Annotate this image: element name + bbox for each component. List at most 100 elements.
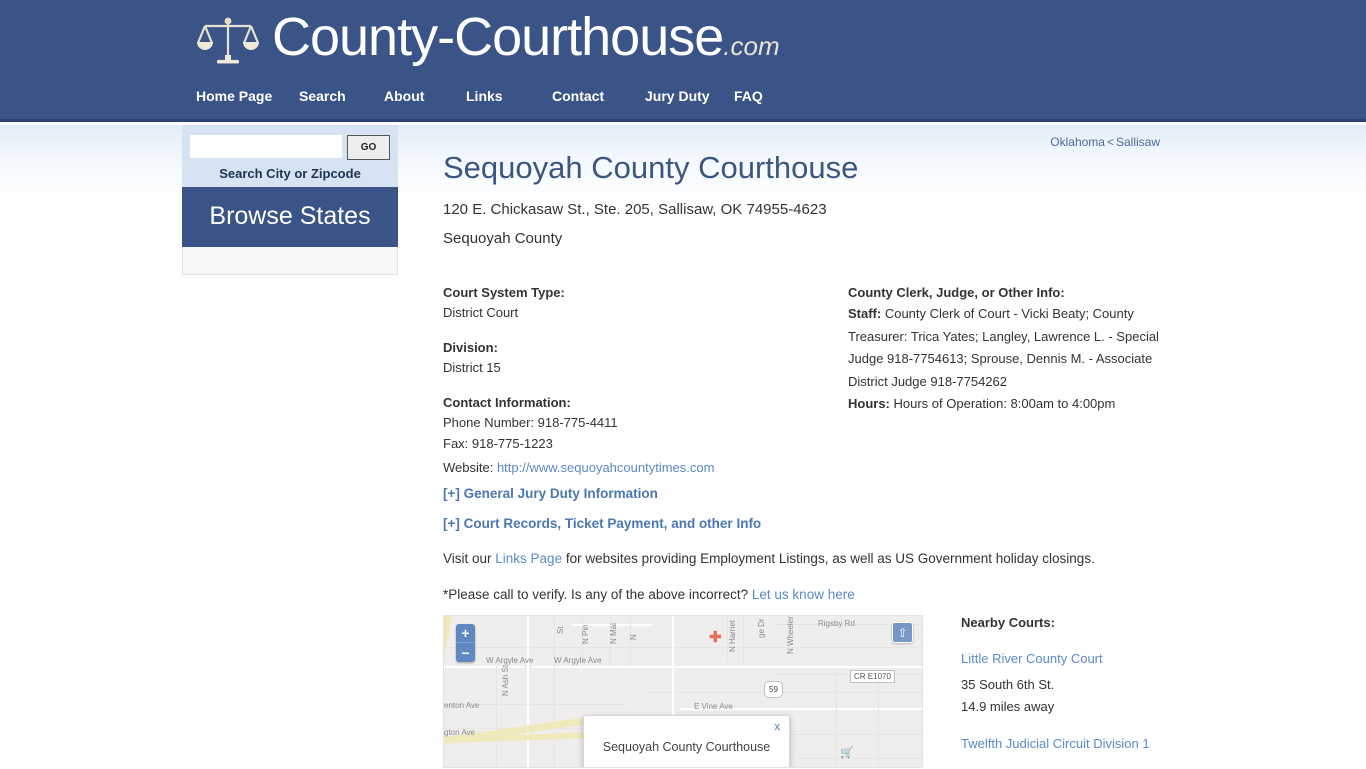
verify-paragraph-prefix: *Please call to verify. Is any of the ab… (443, 587, 752, 602)
map-info-window-title: Sequoyah County Courthouse (602, 740, 771, 754)
contact-information-label: Contact Information: (443, 395, 571, 410)
details-left-column: Court System Type: District Court Divisi… (443, 285, 833, 498)
field-contact-information: Contact Information: Phone Number: 918-7… (443, 395, 833, 480)
map-label: St (556, 626, 565, 634)
map-info-window-close-icon[interactable]: x (775, 721, 781, 733)
scales-of-justice-icon (196, 11, 260, 73)
division-value: District 15 (443, 360, 501, 375)
links-paragraph-prefix: Visit our (443, 551, 496, 566)
map-road (836, 671, 837, 767)
map-label: enton Ave (444, 701, 480, 710)
map-label: N Mai (609, 623, 618, 644)
courthouse-county: Sequoyah County (443, 230, 563, 247)
field-court-system-type: Court System Type: District Court (443, 285, 833, 322)
nav-item-home-page[interactable]: Home Page (196, 88, 299, 104)
map-road (532, 666, 922, 668)
let-us-know-here-link[interactable]: Let us know here (752, 587, 855, 602)
site-header: County-Courthouse.com Home Page Search A… (0, 0, 1366, 122)
nav-item-jury-duty[interactable]: Jury Duty (645, 88, 734, 104)
nearby-court-item: Twelfth Judicial Circuit Division 1 (961, 736, 1321, 751)
sidebar-footer-panel (182, 247, 398, 275)
links-page-link[interactable]: Links Page (495, 551, 562, 566)
location-map[interactable]: W Argyle Ave W Argyle Ave N Pin N Mai N … (443, 615, 923, 768)
court-system-type-label: Court System Type: (443, 285, 565, 300)
contact-website-row: Website: http://www.sequoyahcountytimes.… (443, 456, 833, 480)
map-road (878, 671, 879, 767)
search-caption: Search City or Zipcode (219, 166, 361, 181)
nav-item-search[interactable]: Search (299, 88, 384, 104)
map-road (554, 616, 555, 767)
map-label: E Vine Ave (694, 702, 733, 711)
sidebar: GO Search City or Zipcode Browse States (182, 125, 398, 275)
map-info-window[interactable]: x Sequoyah County Courthouse (583, 715, 790, 767)
nearby-court-distance: 14.9 miles away (961, 699, 1055, 714)
links-paragraph-suffix: for websites providing Employment Listin… (562, 551, 1095, 566)
page-body: GO Search City or Zipcode Browse States … (0, 125, 1366, 768)
map-road (743, 616, 744, 664)
court-system-type-value: District Court (443, 305, 519, 320)
main-navigation: Home Page Search About Links Contact Jur… (196, 88, 794, 104)
map-label: N Wheeler (786, 616, 795, 654)
clerk-judge-info-label: County Clerk, Judge, or Other Info: (848, 285, 1065, 300)
nearby-court-link[interactable]: Twelfth Judicial Circuit Division 1 (961, 736, 1321, 751)
map-label: ge Dr (757, 618, 766, 638)
map-zoom-controls[interactable]: + − (456, 624, 475, 662)
hours-label: Hours: (848, 396, 890, 411)
breadcrumb-separator: < (1106, 135, 1114, 149)
courthouse-address: 120 E. Chickasaw St., Ste. 205, Sallisaw… (443, 201, 827, 218)
nearby-court-address: 35 South 6th St. (961, 677, 1055, 692)
map-label: N Ash St (501, 664, 510, 696)
map-label: W Argyle Ave (554, 656, 602, 665)
contact-website-prefix: Website: (443, 460, 497, 475)
site-logo[interactable]: County-Courthouse.com (196, 6, 780, 77)
nav-item-faq[interactable]: FAQ (734, 88, 794, 104)
map-road (496, 666, 497, 767)
breadcrumb-state-link[interactable]: Oklahoma (1050, 135, 1105, 149)
nav-item-about[interactable]: About (384, 88, 466, 104)
division-label: Division: (443, 340, 498, 355)
field-division: Division: District 15 (443, 340, 833, 377)
breadcrumb-city: Sallisaw (1115, 135, 1160, 149)
map-label: gton Ave (444, 728, 475, 737)
expander-general-jury-duty-information[interactable]: [+] General Jury Duty Information (443, 486, 658, 501)
map-road (774, 674, 922, 675)
map-road (444, 666, 524, 668)
nav-item-links[interactable]: Links (466, 88, 552, 104)
nearby-court-item: Little River County Court 35 South 6th S… (961, 651, 1321, 718)
nearby-courts-section: Nearby Courts: Little River County Court… (961, 615, 1321, 769)
map-label: N Pin (581, 624, 590, 644)
map-road (799, 758, 922, 759)
search-go-button[interactable]: GO (347, 135, 390, 160)
contact-fax: Fax: 918-775-1223 (443, 436, 553, 451)
details-right-column: County Clerk, Judge, or Other Info: Staf… (848, 285, 1188, 416)
staff-info: Staff: County Clerk of Court - Vicki Bea… (848, 303, 1188, 393)
browse-states-button[interactable]: Browse States (182, 187, 398, 247)
map-label: W Argyle Ave (486, 656, 534, 665)
hours-value: Hours of Operation: 8:00am to 4:00pm (889, 396, 1116, 411)
map-poi-marker: ✚ (709, 629, 722, 646)
map-road (527, 616, 529, 767)
highway-shield-icon: 59 (764, 681, 783, 698)
breadcrumb: Oklahoma < Sallisaw (1050, 135, 1160, 149)
map-canvas[interactable]: W Argyle Ave W Argyle Ave N Pin N Mai N … (444, 616, 922, 767)
map-zoom-in-button[interactable]: + (456, 624, 475, 643)
county-road-label: CR E1070 (850, 670, 895, 683)
nearby-court-link[interactable]: Little River County Court (961, 651, 1321, 666)
map-road (630, 616, 631, 666)
verify-paragraph: *Please call to verify. Is any of the ab… (443, 587, 855, 602)
search-input[interactable] (190, 135, 342, 158)
expander-court-records-ticket-payment[interactable]: [+] Court Records, Ticket Payment, and o… (443, 516, 761, 531)
map-label: N (629, 634, 638, 640)
map-label: Rigsby Rd (818, 619, 855, 628)
map-pan-up-button[interactable]: ⇧ (892, 622, 913, 643)
nav-item-contact[interactable]: Contact (552, 88, 645, 104)
staff-label: Staff: (848, 306, 882, 321)
site-logo-text: County-Courthouse.com (272, 6, 780, 77)
contact-website-link[interactable]: http://www.sequoyahcountytimes.com (497, 460, 715, 475)
map-road (444, 647, 922, 648)
nearby-courts-heading: Nearby Courts: (961, 615, 1055, 630)
sidebar-search-panel: GO Search City or Zipcode (182, 125, 398, 187)
site-logo-name: County-Courthouse (272, 7, 724, 67)
map-zoom-out-button[interactable]: − (456, 643, 475, 662)
contact-phone: Phone Number: 918-775-4411 (443, 415, 618, 430)
